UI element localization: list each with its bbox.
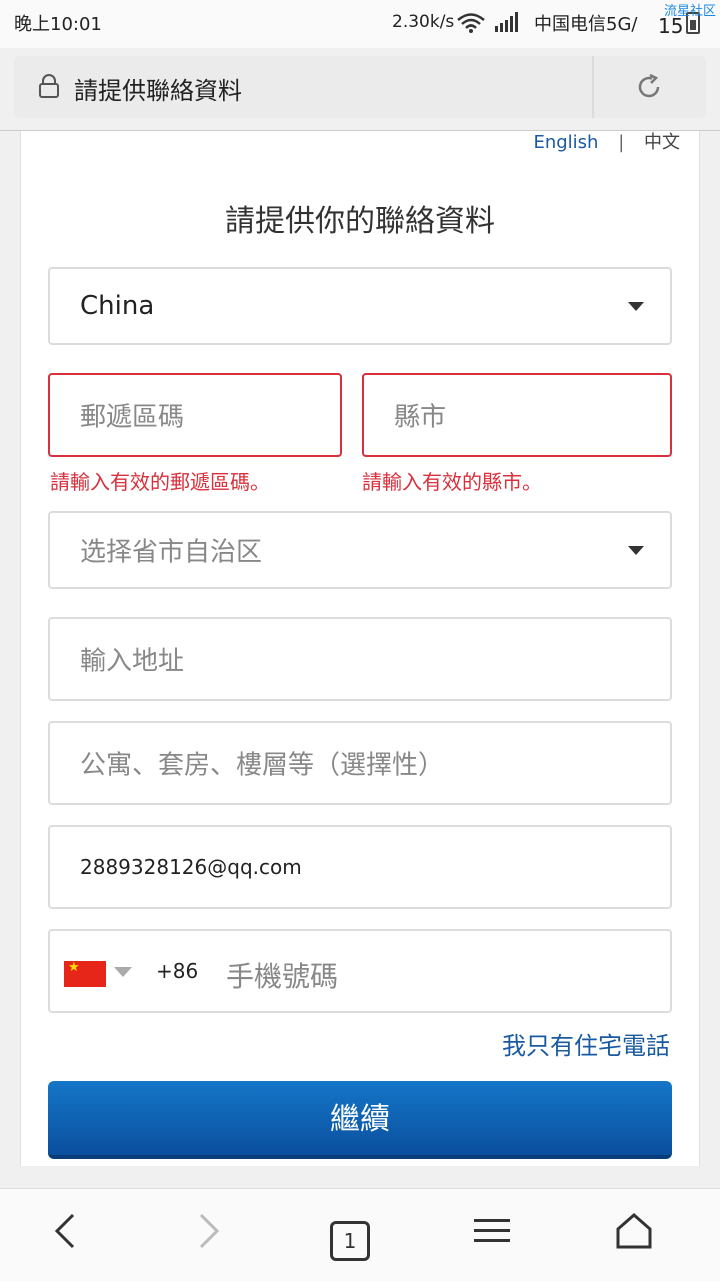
language-chinese-link[interactable]: 中文 [644, 132, 680, 153]
language-english-link[interactable]: English [533, 132, 598, 153]
browser-bottom-nav: 1 [0, 1188, 720, 1281]
browser-address-bar[interactable]: 請提供聯絡資料 [14, 56, 706, 118]
continue-button[interactable]: 繼續 [48, 1081, 672, 1159]
address-input[interactable]: 輸入地址 [48, 617, 672, 701]
wifi-icon [456, 12, 486, 39]
language-separator: | [618, 132, 625, 153]
country-value: China [80, 291, 155, 321]
page-title: 請提供聯絡資料 [74, 77, 242, 105]
carrier-name: 中国电信5G/ [534, 14, 638, 35]
back-button[interactable] [36, 1211, 96, 1259]
phone-country-code: +86 [156, 959, 199, 983]
country-select[interactable]: China [48, 267, 672, 345]
postal-code-error: 請輸入有效的郵遞區碼。 [50, 470, 270, 494]
chevron-down-icon [628, 546, 644, 555]
address-placeholder: 輸入地址 [80, 646, 185, 677]
form-heading: 請提供你的聯絡資料 [225, 204, 495, 239]
forward-button[interactable] [178, 1211, 238, 1259]
city-error: 請輸入有效的縣市。 [362, 470, 542, 494]
lock-icon [38, 74, 60, 98]
postal-code-input[interactable]: 郵遞區碼 [48, 373, 342, 457]
phone-placeholder: 手機號碼 [226, 960, 339, 993]
china-flag-icon[interactable] [64, 960, 106, 987]
tabs-count: 1 [330, 1221, 370, 1261]
language-switch: English | 中文 [533, 128, 680, 154]
home-phone-link[interactable]: 我只有住宅電話 [502, 1026, 670, 1061]
address-bar-divider [592, 56, 594, 118]
phone-input[interactable]: +86 手機號碼 [48, 929, 672, 1013]
watermark: 流星社区 [663, 4, 716, 19]
chevron-down-icon [628, 302, 644, 311]
postal-code-placeholder: 郵遞區碼 [80, 402, 185, 433]
menu-button[interactable] [462, 1211, 522, 1259]
email-value: 2889328126@qq.com [80, 855, 302, 879]
province-placeholder: 选择省市自治区 [80, 537, 263, 568]
city-placeholder: 縣市 [394, 402, 447, 433]
chevron-down-icon[interactable] [114, 967, 132, 977]
province-select[interactable]: 选择省市自治区 [48, 511, 672, 589]
city-input[interactable]: 縣市 [362, 373, 672, 457]
status-time: 晚上10:01 [14, 14, 102, 35]
status-bar: 晚上10:01 2.30k/s 中国电信5G/ 15 流星社区 [0, 0, 720, 48]
signal-icon [494, 12, 520, 32]
menu-icon [474, 1219, 510, 1242]
reload-icon[interactable] [634, 72, 664, 109]
home-button[interactable] [604, 1211, 664, 1259]
network-speed: 2.30k/s [392, 12, 455, 32]
address2-placeholder: 公寓、套房、樓層等（選擇性） [80, 750, 445, 781]
tabs-button[interactable]: 1 [320, 1211, 380, 1261]
email-input[interactable]: 2889328126@qq.com [48, 825, 672, 909]
address2-input[interactable]: 公寓、套房、樓層等（選擇性） [48, 721, 672, 805]
